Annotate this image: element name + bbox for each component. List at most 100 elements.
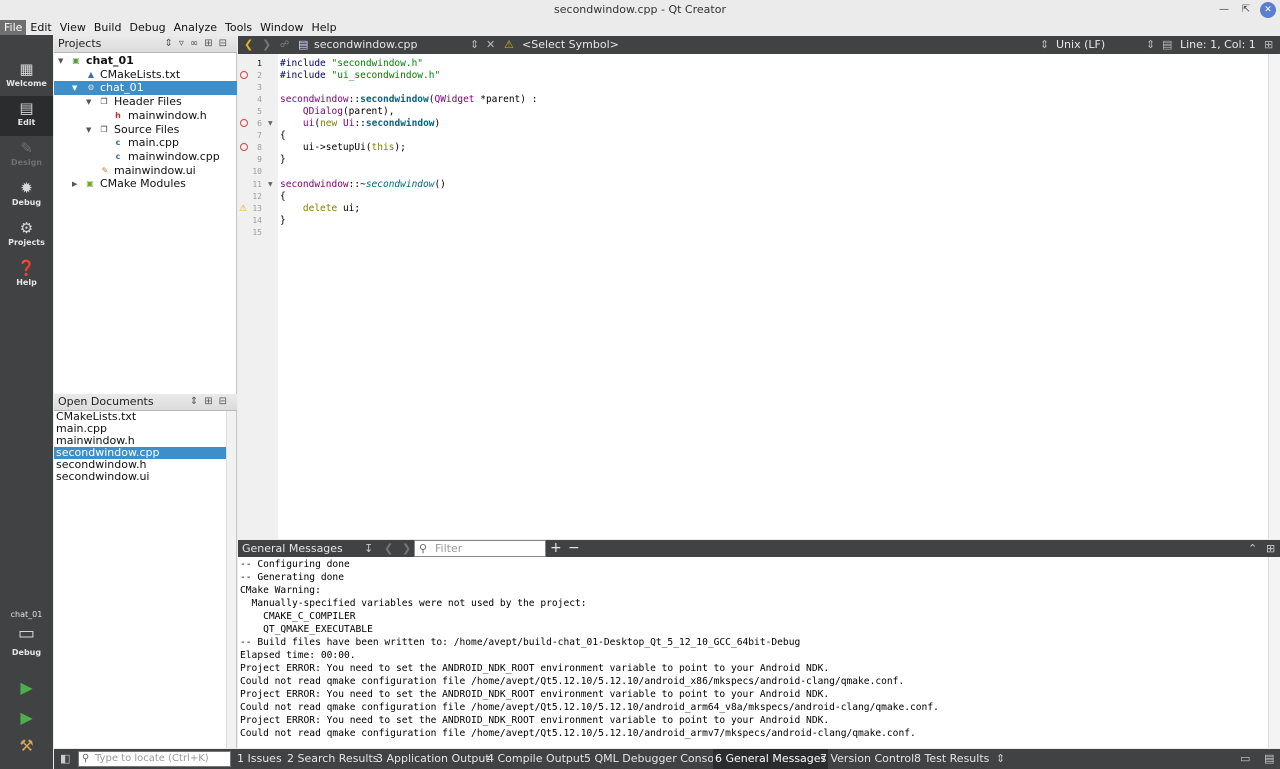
tab-qml-debugger-console[interactable]: 5 QML Debugger Console	[584, 749, 724, 769]
editor-scrollbar[interactable]	[1268, 54, 1280, 539]
cpp-file-icon: c	[115, 152, 121, 161]
tree-item-source-files[interactable]: ▼ ❐ Source Files	[54, 123, 237, 137]
more-tabs-icon[interactable]: ⇕	[996, 749, 1005, 769]
toggle-output-icon[interactable]: ▤	[1264, 749, 1274, 769]
mode-welcome[interactable]: ▦ Welcome	[0, 57, 53, 97]
kit-selector[interactable]: chat_01 ▭ Debug	[0, 608, 53, 670]
mode-edit[interactable]: ▤ Edit	[0, 96, 53, 136]
line-number: 6	[257, 119, 262, 128]
tab-version-control[interactable]: 7 Version Control	[820, 749, 914, 769]
tab-test-results[interactable]: 8 Test Results	[914, 749, 989, 769]
code-editor[interactable]: #include "secondwindow.h" #include "ui_s…	[278, 54, 1268, 539]
mode-welcome-label: Welcome	[6, 79, 47, 88]
tree-item-root[interactable]: ▼ ▣ chat_01	[54, 54, 237, 68]
open-documents-title[interactable]: Open Documents	[58, 395, 154, 408]
current-file-name[interactable]: secondwindow.cpp	[314, 36, 417, 54]
tab-compile-output[interactable]: 4 Compile Output	[487, 749, 584, 769]
next-item-icon[interactable]: ❯	[402, 540, 411, 557]
tree-item-mainwindow-cpp[interactable]: c mainwindow.cpp	[54, 150, 237, 164]
build-hammer-icon[interactable]: ⚒	[0, 736, 53, 755]
tree-item-header-files[interactable]: ▼ ❐ Header Files	[54, 95, 237, 109]
forward-icon[interactable]: ❯	[262, 36, 271, 54]
zoom-out-icon[interactable]: −	[568, 540, 580, 557]
tree-item-target[interactable]: ▼ ⚙ chat_01	[54, 81, 237, 95]
fold-arrow-icon[interactable]: ▼	[268, 179, 273, 191]
menu-build[interactable]: Build	[90, 20, 126, 35]
menu-debug[interactable]: Debug	[125, 20, 169, 35]
line-number: 11	[252, 180, 262, 189]
menu-analyze[interactable]: Analyze	[170, 20, 221, 35]
general-messages-output[interactable]: -- Configuring done -- Generating done C…	[238, 557, 1268, 748]
menu-tools[interactable]: Tools	[221, 20, 256, 35]
code-line: QDialog(parent),	[302, 106, 395, 117]
file-dropdown-icon[interactable]: ⇕	[470, 36, 479, 54]
toggle-sidebar-icon[interactable]: ◧	[60, 749, 70, 769]
editor-gutter[interactable]: 1 2 3 4 5 6 ▼ 7 8 9 10 11 ▼ 12 ⚠ 13 14 1…	[238, 54, 278, 539]
menu-view[interactable]: View	[56, 20, 90, 35]
output-line: CMake Warning:	[240, 585, 321, 596]
line-number: 14	[252, 216, 262, 225]
cursor-position[interactable]: Line: 1, Col: 1	[1180, 36, 1256, 54]
tree-item-main-cpp[interactable]: c main.cpp	[54, 136, 237, 150]
mode-help[interactable]: ❓ Help	[0, 256, 53, 296]
locator-input[interactable]: ⚲ Type to locate (Ctrl+K)	[78, 751, 231, 767]
menu-help[interactable]: Help	[308, 20, 341, 35]
cpp-file-icon: c	[115, 138, 121, 147]
split-icon[interactable]: ⊞	[1264, 36, 1273, 54]
close-document-icon[interactable]: ✕	[486, 36, 495, 54]
tree-root-label: chat_01	[86, 54, 134, 67]
projects-pane-title[interactable]: Projects	[58, 37, 101, 50]
output-filter-input[interactable]: ⚲ Filter	[414, 540, 546, 557]
tab-issues[interactable]: 1 Issues	[237, 749, 282, 769]
collapsed-arrow-icon[interactable]: ▶	[72, 177, 77, 191]
tree-header-files-label: Header Files	[114, 95, 182, 108]
tab-general-messages[interactable]: 6 General Messages	[713, 749, 829, 769]
expanded-arrow-icon[interactable]: ▼	[72, 81, 77, 95]
previous-item-icon[interactable]: ❮	[384, 540, 393, 557]
symbol-selector[interactable]: <Select Symbol>	[522, 36, 619, 54]
mode-debug[interactable]: ✹ Debug	[0, 176, 53, 216]
back-icon[interactable]: ❮	[244, 36, 253, 54]
output-pane-title[interactable]: General Messages	[242, 540, 343, 557]
progress-details-icon[interactable]: ▭	[1240, 749, 1250, 769]
tree-item-cmake-modules[interactable]: ▶ ▣ CMake Modules	[54, 177, 237, 191]
menu-edit[interactable]: Edit	[26, 20, 55, 35]
maximize-pane-icon[interactable]: ⌃	[1248, 540, 1257, 557]
run-icon[interactable]: ▶	[0, 678, 53, 697]
line-ending-dropdown-icon[interactable]: ⇕	[1146, 36, 1155, 54]
open-doc-item[interactable]: secondwindow.ui	[54, 471, 226, 483]
minimize-icon[interactable]: —	[1216, 2, 1232, 18]
menu-file[interactable]: File	[0, 20, 27, 35]
title-bar: secondwindow.cpp - Qt Creator — ⇱ ✕	[0, 0, 1280, 20]
tree-item-cmakelists[interactable]: ▲ CMakeLists.txt	[54, 68, 237, 82]
close-pane-icon[interactable]: ⊞	[1266, 540, 1275, 557]
clear-output-icon[interactable]: ↧	[364, 540, 373, 557]
mode-projects[interactable]: ⚙ Projects	[0, 216, 53, 256]
projects-pane-tools[interactable]: ⇕▿∞⊞⊟	[165, 36, 234, 52]
line-ending-selector[interactable]: Unix (LF)	[1056, 36, 1105, 54]
tree-item-mainwindow-ui[interactable]: ✎ mainwindow.ui	[54, 164, 237, 178]
mode-design[interactable]: ✎ Design	[0, 136, 53, 176]
open-documents-tools[interactable]: ⇕⊞⊟	[190, 394, 233, 410]
tree-item-mainwindow-h[interactable]: h mainwindow.h	[54, 109, 237, 123]
code-line: }	[280, 154, 286, 165]
expanded-arrow-icon[interactable]: ▼	[58, 54, 63, 68]
expanded-arrow-icon[interactable]: ▼	[86, 123, 91, 137]
code-line: #include "secondwindow.h"	[280, 58, 424, 69]
output-scrollbar[interactable]	[1268, 557, 1280, 748]
tab-application-output[interactable]: 3 Application Output	[376, 749, 490, 769]
fold-arrow-icon[interactable]: ▼	[268, 118, 273, 130]
maximize-icon[interactable]: ⇱	[1238, 2, 1254, 18]
mode-help-label: Help	[16, 278, 37, 287]
mode-design-label: Design	[11, 158, 42, 167]
zoom-in-icon[interactable]: +	[550, 540, 562, 557]
close-icon[interactable]: ✕	[1260, 2, 1276, 18]
menu-window[interactable]: Window	[256, 20, 307, 35]
open-documents-scrollbar[interactable]	[226, 411, 236, 748]
output-line: Project ERROR: You need to set the ANDRO…	[240, 689, 830, 700]
target-icon: ⚙	[87, 83, 95, 92]
symbol-dropdown-icon[interactable]: ⇕	[1040, 36, 1049, 54]
debug-run-icon[interactable]: ▶	[0, 708, 53, 727]
expanded-arrow-icon[interactable]: ▼	[86, 95, 91, 109]
tab-search-results[interactable]: 2 Search Results	[287, 749, 379, 769]
